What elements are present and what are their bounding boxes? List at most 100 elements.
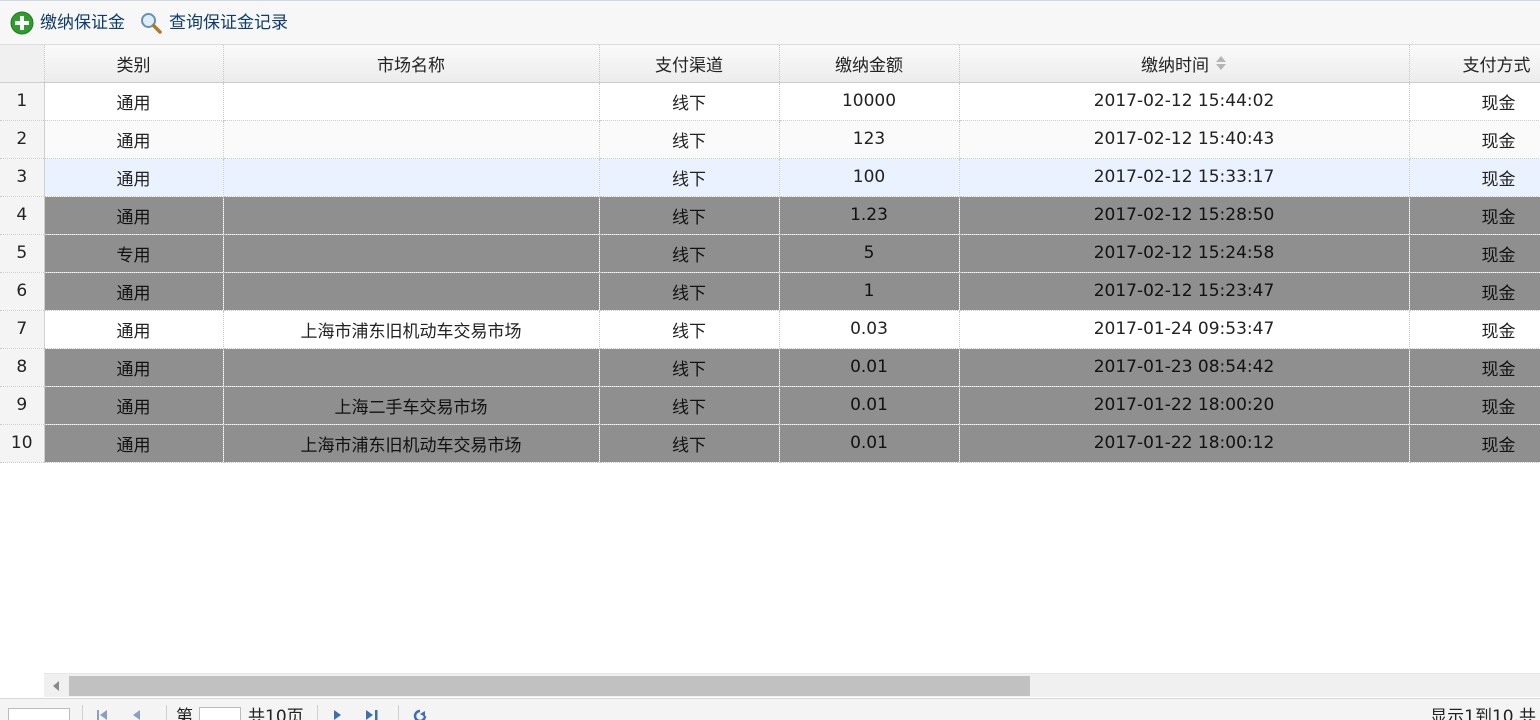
cell-method: 现金 xyxy=(1409,272,1540,311)
next-page-icon[interactable] xyxy=(332,709,344,720)
page-total: 共10页 xyxy=(248,707,304,720)
sort-icon[interactable] xyxy=(1215,55,1227,76)
refresh-icon[interactable] xyxy=(412,709,428,720)
cell-category: 通用 xyxy=(44,272,224,311)
cell-method: 现金 xyxy=(1409,310,1540,349)
pay-deposit-label: 缴纳保证金 xyxy=(40,12,125,33)
cell-channel: 线下 xyxy=(599,386,780,425)
column-header-market[interactable]: 市场名称 xyxy=(223,45,600,83)
cell-time: 2017-02-12 15:40:43 xyxy=(959,120,1410,159)
cell-time: 2017-01-22 18:00:20 xyxy=(959,386,1410,425)
column-header-time[interactable]: 缴纳时间 xyxy=(959,45,1410,83)
table-row[interactable]: 8 通用 线下 0.01 2017-01-23 08:54:42 现金 xyxy=(0,348,1540,387)
cell-channel: 线下 xyxy=(599,424,780,463)
column-header-channel[interactable]: 支付渠道 xyxy=(599,45,780,83)
cell-amount: 123 xyxy=(779,120,960,159)
row-number: 1 xyxy=(0,82,45,121)
horizontal-scrollbar[interactable] xyxy=(44,673,1540,697)
last-page-icon[interactable] xyxy=(364,709,382,720)
cell-category: 通用 xyxy=(44,348,224,387)
row-number: 7 xyxy=(0,310,45,349)
row-number: 10 xyxy=(0,424,45,463)
pager-separator xyxy=(166,705,167,720)
row-number: 5 xyxy=(0,234,45,273)
query-records-button[interactable]: 查询保证金记录 xyxy=(137,7,294,39)
cell-amount: 0.03 xyxy=(779,310,960,349)
page-number-input[interactable] xyxy=(199,707,241,720)
cell-method: 现金 xyxy=(1409,424,1540,463)
column-header-time-label: 缴纳时间 xyxy=(1141,55,1209,76)
cell-method: 现金 xyxy=(1409,120,1540,159)
cell-market xyxy=(223,234,600,273)
row-number: 2 xyxy=(0,120,45,159)
column-header-category[interactable]: 类别 xyxy=(44,45,224,83)
cell-method: 现金 xyxy=(1409,348,1540,387)
cell-time: 2017-01-22 18:00:12 xyxy=(959,424,1410,463)
cell-channel: 线下 xyxy=(599,82,780,121)
page-size-select[interactable] xyxy=(8,708,70,720)
cell-amount: 10000 xyxy=(779,82,960,121)
table-row[interactable]: 9 通用 上海二手车交易市场 线下 0.01 2017-01-22 18:00:20 现金 xyxy=(0,386,1540,425)
cell-amount: 0.01 xyxy=(779,348,960,387)
cell-market xyxy=(223,196,600,235)
cell-method: 现金 xyxy=(1409,196,1540,235)
cell-time: 2017-01-23 08:54:42 xyxy=(959,348,1410,387)
cell-market xyxy=(223,348,600,387)
table-row[interactable]: 7 通用 上海市浦东旧机动车交易市场 线下 0.03 2017-01-24 09:53:4… xyxy=(0,310,1540,349)
deposit-table: 类别 市场名称 支付渠道 缴纳金额 缴纳时间 支付方式 1 通用 线下 1000… xyxy=(0,45,1540,463)
table-header-row: 类别 市场名称 支付渠道 缴纳金额 缴纳时间 支付方式 xyxy=(0,45,1540,83)
table-row[interactable]: 6 通用 线下 1 2017-02-12 15:23:47 现金 xyxy=(0,272,1540,311)
deposit-records-page: 缴纳保证金 查询保证金记录 类别 市场名称 支付渠道 缴纳金额 缴纳时间 支付方… xyxy=(0,0,1540,720)
cell-channel: 线下 xyxy=(599,310,780,349)
cell-category: 通用 xyxy=(44,120,224,159)
table-row[interactable]: 4 通用 线下 1.23 2017-02-12 15:28:50 现金 xyxy=(0,196,1540,235)
cell-channel: 线下 xyxy=(599,234,780,273)
cell-channel: 线下 xyxy=(599,158,780,197)
cell-market xyxy=(223,120,600,159)
table-row[interactable]: 3 通用 线下 100 2017-02-12 15:33:17 现金 xyxy=(0,158,1540,197)
row-number-header xyxy=(0,45,45,83)
scroll-left-icon[interactable] xyxy=(44,674,68,697)
prev-page-icon[interactable] xyxy=(130,709,142,720)
table-row[interactable]: 2 通用 线下 123 2017-02-12 15:40:43 现金 xyxy=(0,120,1540,159)
row-number: 4 xyxy=(0,196,45,235)
row-number: 9 xyxy=(0,386,45,425)
cell-method: 现金 xyxy=(1409,158,1540,197)
cell-amount: 1 xyxy=(779,272,960,311)
table-row[interactable]: 5 专用 线下 5 2017-02-12 15:24:58 现金 xyxy=(0,234,1540,273)
query-records-label: 查询保证金记录 xyxy=(169,12,288,33)
page-prefix: 第 xyxy=(176,707,193,720)
cell-method: 现金 xyxy=(1409,234,1540,273)
pager: 第 共10页 显示1到10,共 xyxy=(0,698,1540,720)
table-row[interactable]: 1 通用 线下 10000 2017-02-12 15:44:02 现金 xyxy=(0,82,1540,121)
cell-market: 上海市浦东旧机动车交易市场 xyxy=(223,424,600,463)
cell-method: 现金 xyxy=(1409,386,1540,425)
cell-market xyxy=(223,158,600,197)
cell-category: 通用 xyxy=(44,158,224,197)
cell-channel: 线下 xyxy=(599,348,780,387)
table-row[interactable]: 10 通用 上海市浦东旧机动车交易市场 线下 0.01 2017-01-22 18:00:… xyxy=(0,424,1540,463)
cell-category: 通用 xyxy=(44,424,224,463)
first-page-icon[interactable] xyxy=(96,709,114,720)
pay-deposit-button[interactable]: 缴纳保证金 xyxy=(8,7,131,39)
cell-amount: 100 xyxy=(779,158,960,197)
cell-category: 通用 xyxy=(44,82,224,121)
scrollbar-thumb[interactable] xyxy=(69,676,1030,696)
cell-category: 专用 xyxy=(44,234,224,273)
cell-channel: 线下 xyxy=(599,272,780,311)
pager-separator xyxy=(398,705,399,720)
cell-time: 2017-02-12 15:24:58 xyxy=(959,234,1410,273)
cell-channel: 线下 xyxy=(599,120,780,159)
cell-method: 现金 xyxy=(1409,82,1540,121)
column-header-amount[interactable]: 缴纳金额 xyxy=(779,45,960,83)
pager-separator xyxy=(82,705,83,720)
cell-amount: 0.01 xyxy=(779,386,960,425)
add-icon xyxy=(10,11,34,35)
cell-amount: 5 xyxy=(779,234,960,273)
cell-market: 上海二手车交易市场 xyxy=(223,386,600,425)
cell-time: 2017-01-24 09:53:47 xyxy=(959,310,1410,349)
cell-category: 通用 xyxy=(44,386,224,425)
column-header-method[interactable]: 支付方式 xyxy=(1409,45,1540,83)
cell-amount: 1.23 xyxy=(779,196,960,235)
cell-market: 上海市浦东旧机动车交易市场 xyxy=(223,310,600,349)
